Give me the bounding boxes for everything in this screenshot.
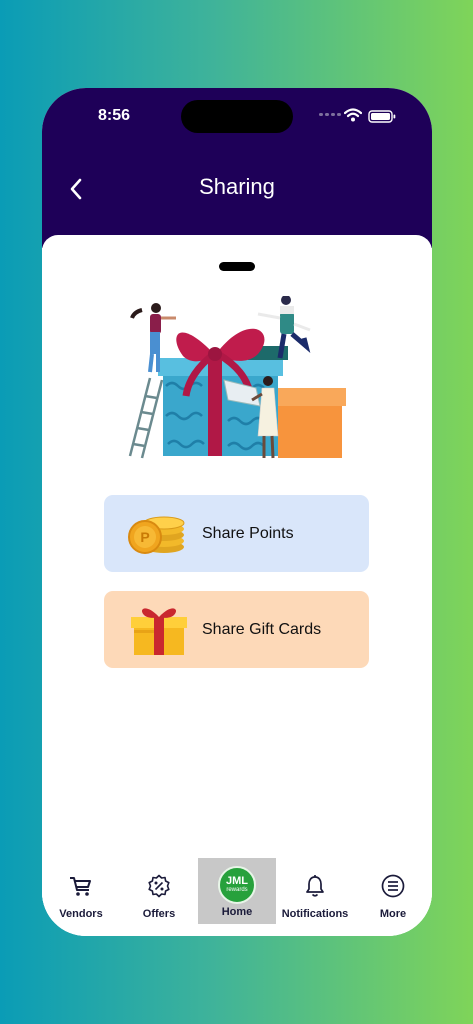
tab-notifications[interactable]: Notifications — [276, 858, 354, 924]
signal-icon — [319, 113, 341, 116]
percent-badge-icon — [148, 874, 170, 898]
phone-screen: 8:56 Sharing P Share Points Share Gift C… — [42, 88, 432, 936]
header-bar: 8:56 Sharing — [42, 88, 432, 248]
gift-sharing-illustration — [128, 296, 346, 459]
svg-text:P: P — [140, 529, 149, 545]
share-gift-cards-label: Share Gift Cards — [202, 620, 322, 638]
tab-vendors[interactable]: Vendors — [42, 858, 120, 924]
wifi-icon — [344, 108, 362, 122]
share-gift-cards-button[interactable]: Share Gift Cards — [104, 591, 369, 668]
tab-more-label: More — [379, 908, 407, 920]
share-points-button[interactable]: P Share Points — [104, 495, 369, 572]
tab-offers-label: Offers — [142, 908, 176, 920]
tab-home-label: Home — [221, 906, 253, 918]
tab-vendors-label: Vendors — [59, 908, 103, 920]
status-time: 8:56 — [98, 107, 131, 124]
battery-icon — [368, 110, 396, 123]
coins-icon: P — [128, 516, 185, 554]
share-points-label: Share Points — [202, 524, 294, 542]
cart-icon — [70, 877, 91, 896]
dynamic-island — [181, 100, 293, 133]
bell-icon — [306, 875, 324, 897]
tab-offers[interactable]: Offers — [120, 858, 198, 924]
tab-more[interactable]: More — [354, 858, 432, 924]
jml-rewards-logo: JML rewards — [218, 866, 256, 904]
tab-notifications-label: Notifications — [281, 908, 349, 920]
menu-list-icon — [381, 874, 405, 898]
gift-box-icon — [131, 607, 187, 655]
tab-bar: Vendors Offers JML rewards Home Notifica… — [42, 858, 432, 936]
sheet-grabber[interactable] — [219, 262, 255, 271]
page-title: Sharing — [199, 174, 275, 199]
tab-home[interactable]: JML rewards Home — [198, 858, 276, 924]
